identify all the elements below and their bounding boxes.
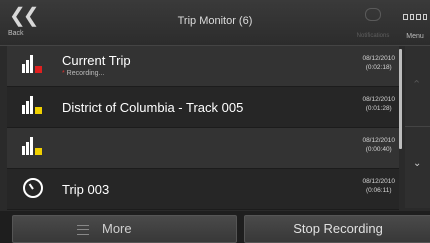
speech-bubble-icon: [365, 8, 381, 21]
trip-list: Current Trip * Recording... 08/12/2010 (0…: [7, 46, 399, 210]
stop-recording-button[interactable]: Stop Recording: [244, 215, 430, 243]
more-label: More: [102, 221, 132, 236]
trip-name: District of Columbia - Track 005: [62, 100, 244, 115]
back-label: Back: [8, 30, 24, 37]
track-bars-icon: [22, 96, 44, 114]
trip-date: 08/12/2010 (0:02:18): [362, 55, 395, 71]
notifications-button: Notifications: [352, 4, 394, 42]
recording-status-icon: [35, 66, 42, 73]
track-status-icon: [35, 107, 42, 114]
chevron-up-icon: ⌃: [412, 79, 422, 91]
trip-date: 08/12/2010 (0:01:28): [362, 96, 395, 112]
trip-row-current[interactable]: Current Trip * Recording... 08/12/2010 (0…: [7, 46, 399, 87]
track-bars-icon: [22, 137, 44, 155]
more-button[interactable]: More: [12, 215, 237, 243]
bottom-bar: More Stop Recording: [0, 211, 430, 243]
stop-recording-label: Stop Recording: [293, 221, 383, 236]
trip-date: 08/12/2010 (0:00:40): [362, 137, 395, 153]
trip-name: Trip 003: [62, 182, 110, 197]
notifications-label: Notifications: [356, 33, 390, 39]
menu-icon: [403, 14, 427, 20]
track-status-icon: [35, 148, 42, 155]
trip-row-track-005[interactable]: District of Columbia - Track 005 08/12/2…: [7, 87, 399, 128]
list-icon: [77, 225, 89, 235]
scroll-panel: ⌃ ⌄: [405, 46, 430, 208]
chevron-down-icon: ⌄: [413, 158, 422, 169]
trip-date: 08/12/2010 (0:06:11): [362, 178, 395, 194]
menu-button[interactable]: Menu: [400, 4, 430, 42]
list-scrollbar[interactable]: [399, 49, 402, 149]
track-bars-icon: [22, 55, 44, 73]
menu-label: Menu: [406, 33, 424, 40]
timer-icon: [23, 178, 43, 198]
trip-row-003[interactable]: Trip 003 08/12/2010 (0:06:11): [7, 169, 399, 210]
trip-row-untitled[interactable]: 08/12/2010 (0:00:40): [7, 128, 399, 169]
trip-name: Current Trip: [62, 53, 131, 68]
top-bar: ❮❮ Back Trip Monitor (6) Notifications M…: [0, 0, 430, 46]
scroll-up-button: ⌃: [405, 46, 430, 127]
trip-status: * Recording...: [62, 70, 105, 77]
scroll-down-button[interactable]: ⌄: [405, 126, 430, 208]
